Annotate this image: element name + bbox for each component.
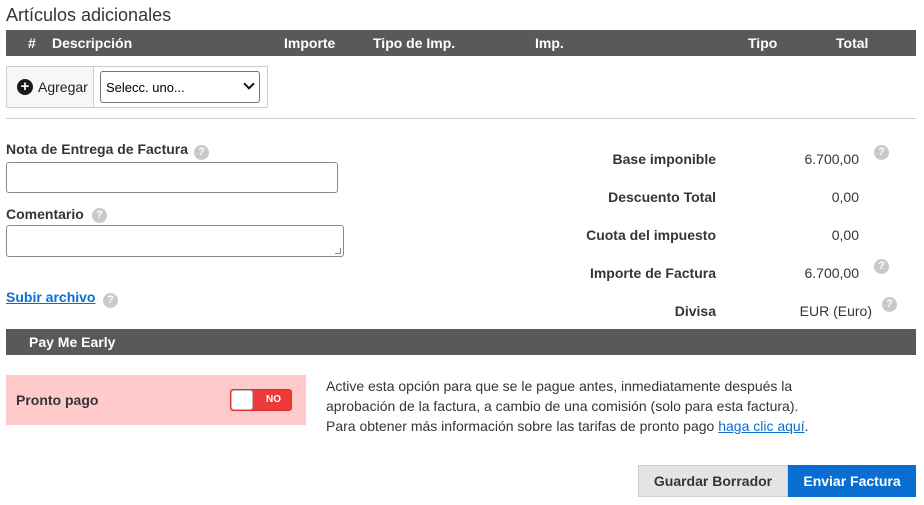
subir-archivo-link[interactable]: Subir archivo (6, 289, 95, 305)
pay-me-early-bar: Pay Me Early (6, 329, 916, 355)
add-item-group: + Agregar Selecc. uno... (6, 66, 268, 108)
info-line-2: aprobación de la factura, a cambio de un… (326, 398, 799, 414)
plus-circle-icon: + (17, 79, 33, 95)
help-icon[interactable]: ? (882, 297, 897, 312)
enviar-factura-button[interactable]: Enviar Factura (788, 465, 916, 497)
col-imp: Imp. (535, 35, 564, 51)
importe-factura-value: 6.700,00 (804, 265, 860, 281)
base-imponible-value: 6.700,00 (804, 151, 860, 167)
col-importe: Importe (284, 35, 336, 51)
pronto-pago-panel: Pronto pago NO (6, 375, 306, 425)
comentario-label: Comentario (6, 206, 84, 222)
divisa-label: Divisa (674, 303, 716, 319)
base-imponible-label: Base imponible (612, 151, 716, 167)
divider (6, 118, 916, 119)
pronto-pago-info: Active esta opción para que se le pague … (326, 376, 826, 436)
info-line-3-suffix: . (804, 418, 809, 434)
help-icon[interactable]: ? (874, 145, 889, 160)
help-icon[interactable]: ? (103, 293, 118, 308)
haga-clic-aqui-link[interactable]: haga clic aquí (718, 418, 804, 434)
cuota-impuesto-label: Cuota del impuesto (586, 227, 716, 243)
comentario-textarea[interactable] (6, 225, 344, 257)
pay-me-early-title: Pay Me Early (29, 334, 116, 350)
divisa-value: EUR (Euro) (799, 303, 872, 319)
col-tipo: Tipo (748, 35, 778, 51)
info-line-3-prefix: Para obtener más información sobre las t… (326, 418, 719, 434)
col-tipo-imp: Tipo de Imp. (373, 35, 456, 51)
add-item-button[interactable]: + Agregar (7, 67, 94, 107)
item-type-select-value: Selecc. uno... (106, 79, 185, 95)
col-descripcion: Descripción (52, 35, 133, 51)
help-icon[interactable]: ? (874, 259, 889, 274)
guardar-borrador-button[interactable]: Guardar Borrador (638, 465, 788, 497)
items-table-header: # Descripción Importe Tipo de Imp. Imp. … (6, 30, 916, 56)
importe-factura-label: Importe de Factura (589, 265, 716, 281)
pronto-pago-label: Pronto pago (16, 392, 99, 408)
info-line-3: Para obtener más información sobre las t… (326, 416, 826, 436)
section-title: Artículos adicionales (6, 5, 172, 25)
descuento-total-value: 0,00 (831, 189, 859, 205)
help-icon[interactable]: ? (194, 145, 209, 160)
toggle-state-label: NO (266, 394, 281, 405)
col-total: Total (836, 35, 869, 51)
info-line-1: Active esta opción para que se le pague … (326, 378, 793, 394)
pronto-pago-toggle[interactable]: NO (230, 389, 292, 411)
cuota-impuesto-value: 0,00 (831, 227, 859, 243)
chevron-down-icon (243, 78, 255, 90)
item-type-select[interactable]: Selecc. uno... (100, 71, 260, 103)
descuento-total-label: Descuento Total (608, 189, 716, 205)
toggle-knob (231, 390, 253, 410)
col-number: # (28, 35, 36, 51)
nota-input[interactable] (6, 162, 338, 193)
nota-label: Nota de Entrega de Factura (6, 141, 189, 157)
help-icon[interactable]: ? (92, 208, 107, 223)
resize-handle-icon[interactable] (335, 248, 341, 254)
add-item-label: Agregar (38, 79, 88, 95)
